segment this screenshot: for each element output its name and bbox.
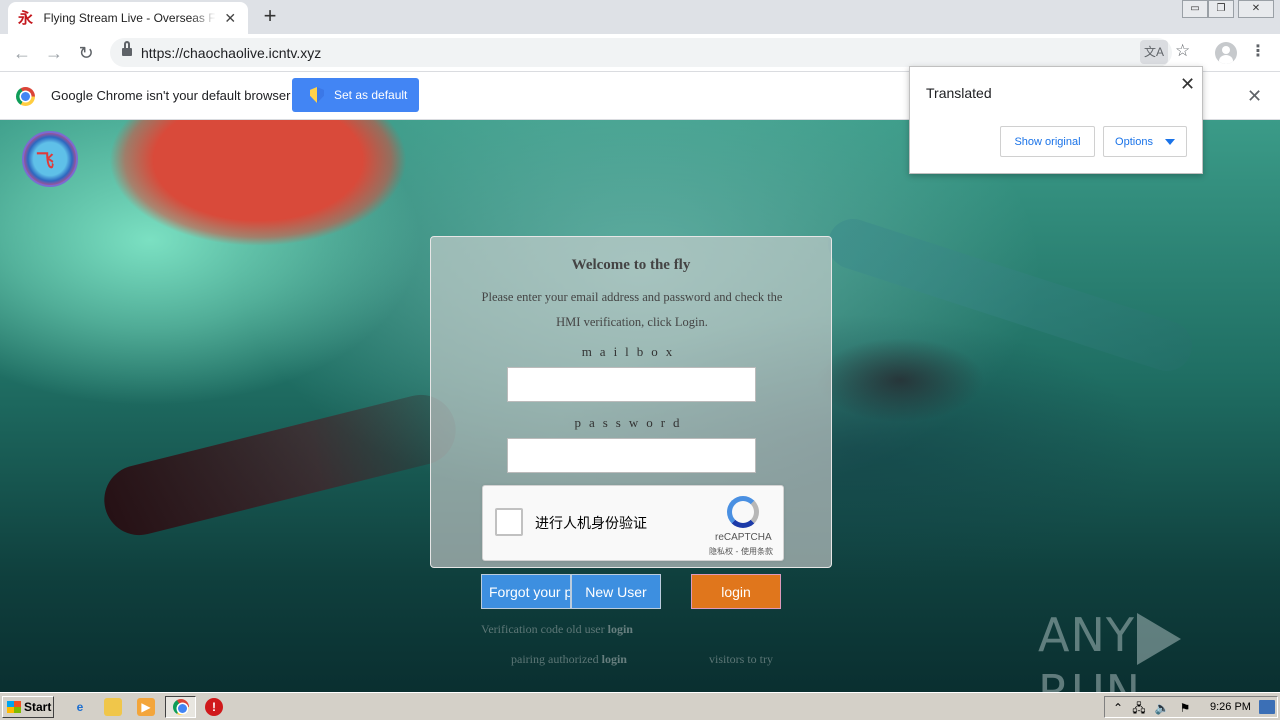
translate-title: Translated: [926, 85, 992, 101]
tray-expand-icon[interactable]: ⌃: [1109, 699, 1127, 717]
chrome-taskbar-button[interactable]: [165, 696, 196, 718]
background-figure-arm: [96, 387, 464, 543]
infobar-message: Google Chrome isn't your default browser: [51, 88, 291, 103]
verification-link-bold: login: [607, 622, 633, 636]
stop-icon[interactable]: !: [205, 698, 223, 716]
forgot-password-label: Forgot your password: [489, 583, 570, 600]
set-default-label: Set as default: [334, 88, 408, 102]
chevron-down-icon: [1164, 138, 1175, 145]
tab-close-icon[interactable]: ✕: [222, 10, 238, 26]
watermark-left: ANY: [1038, 608, 1135, 662]
browser-tab[interactable]: 永 Flying Stream Live - Overseas Full HD …: [8, 2, 248, 34]
restore-button[interactable]: ❐: [1208, 0, 1234, 18]
login-button-label: login: [721, 583, 751, 600]
action-center-flag-icon[interactable]: ⚑: [1176, 699, 1194, 717]
show-desktop-icon[interactable]: [1259, 700, 1275, 714]
options-label: Options: [1115, 135, 1153, 148]
recaptcha-label: 进行人机身份验证: [535, 516, 647, 532]
translate-close-icon[interactable]: ✕: [1180, 74, 1195, 95]
system-tray: ⌃ 🖧 🔈 ⚑: [1104, 696, 1278, 718]
media-player-icon[interactable]: ▶: [137, 698, 155, 716]
password-label: password: [574, 415, 688, 430]
profile-avatar-icon[interactable]: [1215, 42, 1237, 64]
bookmark-star-icon[interactable]: ☆: [1175, 41, 1190, 61]
login-panel: Welcome to the fly Please enter your ema…: [430, 236, 832, 568]
recaptcha-widget: 进行人机身份验证 reCAPTCHA 隐私权 - 使用条款: [482, 485, 784, 561]
set-default-button[interactable]: Set as default: [292, 78, 419, 112]
site-logo-text: 飞: [36, 151, 54, 172]
translate-options-button[interactable]: Options: [1103, 126, 1187, 157]
visitors-try-link[interactable]: visitors to try: [709, 652, 773, 667]
clock[interactable]: 9:26 PM: [1210, 701, 1251, 713]
infobar-close-icon[interactable]: ✕: [1247, 86, 1262, 107]
mailbox-input[interactable]: [507, 367, 756, 402]
lock-icon[interactable]: [122, 41, 132, 56]
pairing-link-bold: login: [601, 652, 627, 666]
login-button[interactable]: login: [691, 574, 781, 609]
pairing-link-text: pairing authorized: [511, 652, 599, 666]
translate-popup: Translated ✕ Show original Options: [909, 66, 1203, 174]
tab-strip: 永 Flying Stream Live - Overseas Full HD …: [0, 0, 1280, 34]
site-logo[interactable]: 飞: [22, 131, 78, 187]
anyrun-watermark: ANYRUN: [1038, 608, 1280, 692]
password-input[interactable]: [507, 438, 756, 473]
start-button[interactable]: Start: [2, 696, 54, 718]
recaptcha-brand: reCAPTCHA: [715, 532, 772, 543]
back-icon[interactable]: ←: [9, 40, 35, 66]
login-instructions: Please enter your email address and pass…: [481, 290, 783, 329]
windows-taskbar: Start e ▶ ! ⌃ 🖧 🔈 ⚑ 9:26 PM: [0, 692, 1280, 720]
site-favicon-icon: 永: [18, 9, 34, 27]
network-icon[interactable]: 🖧: [1130, 699, 1148, 717]
recaptcha-checkbox[interactable]: [495, 508, 523, 536]
new-user-label: New User: [585, 583, 647, 600]
uac-shield-icon: [310, 87, 324, 103]
forgot-password-button[interactable]: Forgot your password: [481, 574, 571, 609]
windows-logo-icon: [7, 701, 21, 713]
recaptcha-terms-link[interactable]: 隐私权 - 使用条款: [709, 546, 773, 557]
tab-title: Flying Stream Live - Overseas Full HD: [43, 11, 217, 25]
window-close-button[interactable]: ✕: [1238, 0, 1274, 18]
page-content: 飞 Welcome to the fly Please enter your e…: [0, 120, 1280, 692]
internet-explorer-icon[interactable]: e: [71, 698, 89, 716]
mailbox-label: mailbox: [581, 344, 681, 359]
start-label: Start: [24, 700, 52, 714]
new-user-button[interactable]: New User: [571, 574, 661, 609]
pairing-login-link[interactable]: pairing authorized login: [511, 652, 627, 667]
background-figure-arm-right: [821, 212, 1199, 378]
login-title: Welcome to the fly: [571, 257, 691, 273]
minimize-button[interactable]: ▭: [1182, 0, 1208, 18]
verification-link-text: Verification code old user: [481, 622, 605, 636]
address-bar[interactable]: https://chaochaolive.icntv.xyz 文A ☆: [110, 38, 1190, 67]
volume-icon[interactable]: 🔈: [1153, 699, 1171, 717]
verification-login-link[interactable]: Verification code old user login: [481, 622, 633, 637]
recaptcha-logo-icon: [727, 496, 759, 528]
show-original-label: Show original: [1014, 135, 1081, 148]
url-text[interactable]: https://chaochaolive.icntv.xyz: [141, 45, 321, 61]
forward-icon[interactable]: →: [41, 40, 67, 66]
translate-icon[interactable]: 文A: [1140, 40, 1168, 64]
play-icon: [1136, 612, 1181, 665]
watermark-right: RUN: [1038, 664, 1142, 693]
reload-icon[interactable]: ↻: [73, 40, 99, 66]
chrome-taskbar-icon: [173, 699, 189, 715]
new-tab-button[interactable]: +: [258, 5, 282, 29]
chrome-menu-icon[interactable]: ⋮: [1250, 41, 1266, 61]
chrome-logo-icon: [16, 87, 35, 106]
show-original-button[interactable]: Show original: [1000, 126, 1095, 157]
explorer-folder-icon[interactable]: [104, 698, 122, 716]
